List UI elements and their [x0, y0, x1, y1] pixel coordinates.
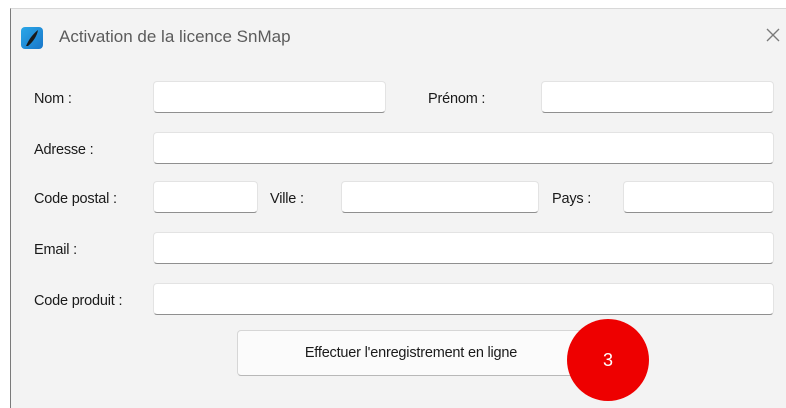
step-number-badge: 3 — [567, 319, 649, 401]
nom-label: Nom : — [34, 91, 72, 107]
close-icon[interactable] — [759, 21, 786, 49]
window-title: Activation de la licence SnMap — [59, 27, 291, 46]
pays-label: Pays : — [552, 191, 592, 207]
code-postal-label: Code postal : — [34, 191, 117, 207]
register-online-button[interactable]: Effectuer l'enregistrement en ligne — [237, 330, 585, 376]
code-produit-label: Code produit : — [34, 293, 123, 309]
license-activation-dialog: Activation de la licence SnMap Nom : Pré… — [10, 8, 786, 408]
email-label: Email : — [34, 242, 77, 258]
prenom-field[interactable] — [541, 81, 774, 113]
adresse-label: Adresse : — [34, 142, 94, 158]
title-bar[interactable]: Activation de la licence SnMap — [11, 9, 786, 59]
adresse-field[interactable] — [153, 132, 774, 164]
ville-field[interactable] — [341, 181, 539, 213]
code-postal-field[interactable] — [153, 181, 258, 213]
pays-field[interactable] — [623, 181, 774, 213]
ville-label: Ville : — [270, 191, 304, 207]
code-produit-field[interactable] — [153, 283, 774, 315]
email-field[interactable] — [153, 232, 774, 264]
prenom-label: Prénom : — [428, 91, 486, 107]
nom-field[interactable] — [153, 81, 386, 113]
snmap-app-icon — [21, 27, 43, 49]
